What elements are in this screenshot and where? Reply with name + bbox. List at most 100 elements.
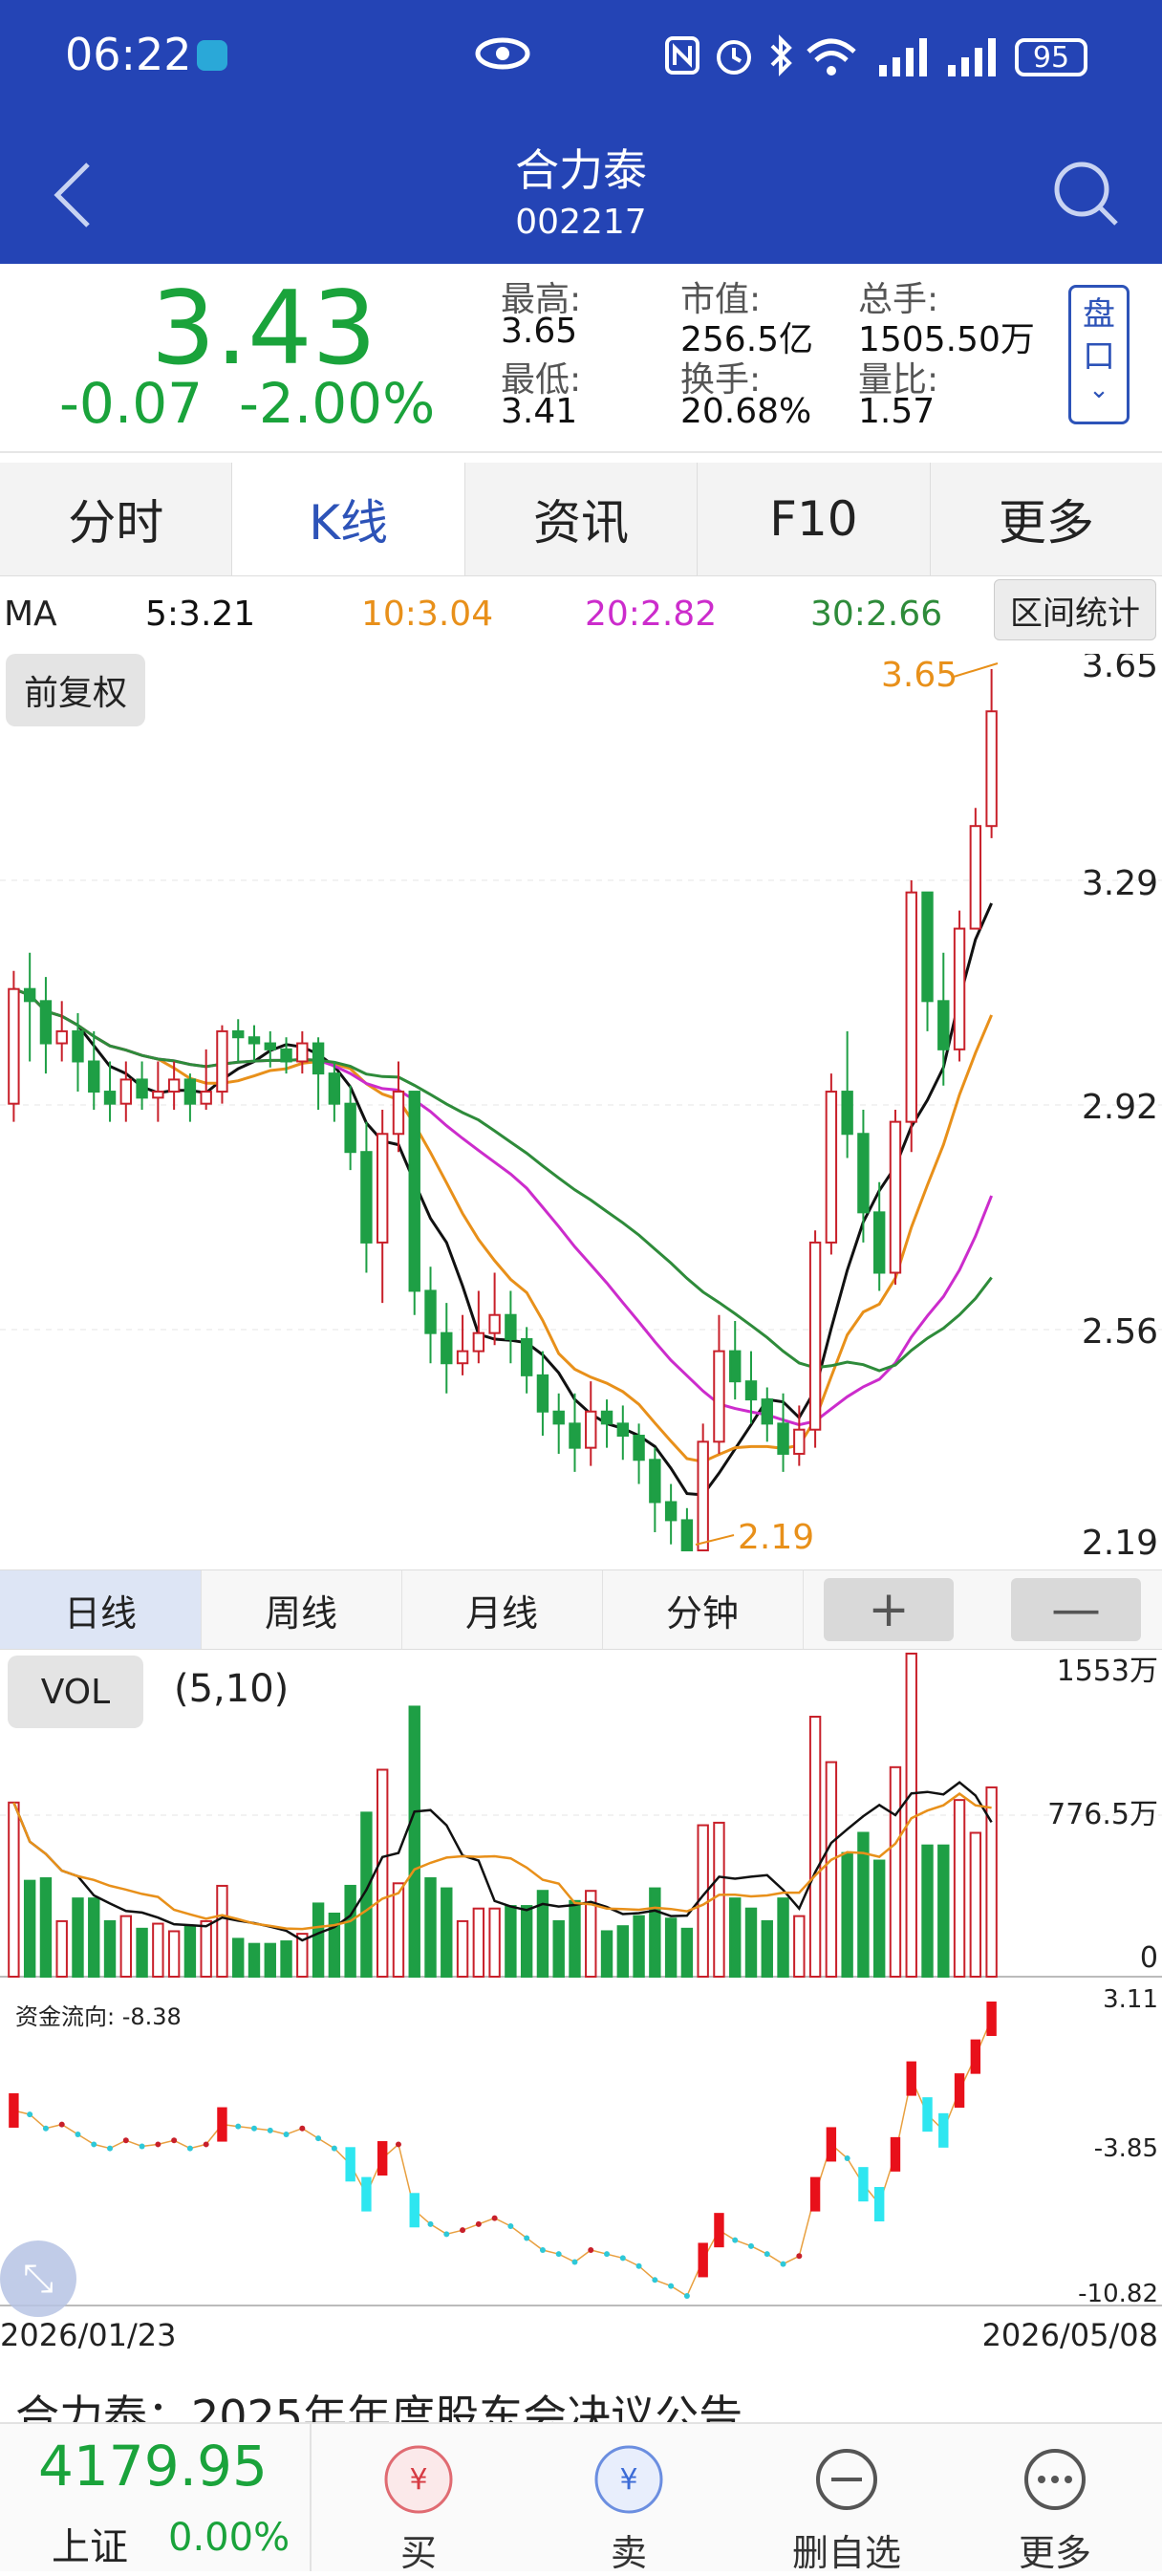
candle-body [264,1042,276,1050]
tab-kline[interactable]: K线 [232,463,465,575]
tab-bar: 分时 K线 资讯 F10 更多 [0,463,1162,576]
flow-dot [251,2125,257,2132]
volume-bar [761,1919,773,1978]
high-annotation: 3.65 [881,656,958,695]
remove-watchlist-label[interactable]: 删自选 [789,2523,904,2576]
volume-bar [777,1897,789,1978]
fullscreen-icon[interactable]: ⤡ [0,2240,76,2317]
vol-indicator-button[interactable]: VOL [8,1656,143,1728]
volume-bar [183,1925,197,1978]
flow-dot [235,2123,242,2130]
candle-body [777,1422,789,1455]
candle-body [424,1289,437,1334]
alarm-icon [717,40,751,75]
svg-text:¥: ¥ [619,2463,637,2497]
index-value[interactable]: 4179.95 [38,2434,268,2499]
period-monthly[interactable]: 月线 [401,1570,603,1649]
candle-body [167,1078,181,1093]
flow-dot [91,2141,97,2148]
volume-bar [552,1919,565,1978]
candle-body [600,1410,613,1425]
period-daily[interactable]: 日线 [0,1570,202,1649]
vol-axis-label: 776.5万 [1047,1798,1158,1831]
buy-label[interactable]: 买 [361,2523,476,2576]
volume-bar [392,1882,405,1978]
candle-body [985,710,998,828]
candle-body [408,1091,420,1292]
more-label[interactable]: 更多 [998,2523,1112,2576]
candle-body [857,1133,870,1214]
tab-timeshare[interactable]: 分时 [0,463,233,575]
zoom-in-button[interactable]: + [824,1578,954,1641]
tab-news[interactable]: 资讯 [465,463,699,575]
candle-body [456,1350,469,1365]
flow-dot [443,2231,450,2238]
zoom-out-button[interactable]: — [1011,1578,1141,1641]
flow-dot [331,2145,337,2152]
flow-bar [922,2097,933,2132]
period-minute[interactable]: 分钟 [602,1570,804,1649]
flow-dot [539,2247,546,2254]
stock-code: 002217 [515,203,647,242]
candle-body [119,1078,133,1105]
candle-body [552,1410,565,1425]
volume-bar [921,1844,934,1978]
sell-cart-icon[interactable]: ¥ [592,2443,665,2516]
stock-name: 合力泰 [515,144,647,196]
flow-dot [732,2237,739,2243]
ma10-value: 10:3.04 [361,595,494,634]
sell-label[interactable]: 卖 [571,2523,686,2576]
ma30-line [12,987,993,1373]
range-stats-button[interactable]: 区间统计 [994,579,1156,640]
candle-body [441,1331,453,1365]
turnover-value: 20.68% [680,392,812,431]
flow-dot [75,2132,81,2138]
low-value: 3.41 [501,392,578,431]
flow-bar [377,2141,388,2176]
flow-dot [460,2227,466,2234]
candle-body [921,891,934,1003]
vol-axis-label: 1553万 [1057,1655,1158,1688]
volume-bar [88,1897,100,1978]
ma5-value: 5:3.21 [145,595,256,634]
candle-body [889,1120,902,1274]
volume-bar [8,1801,20,1978]
volume-bar [456,1919,469,1978]
status-time: 06:22 [65,29,192,80]
tab-more[interactable]: 更多 [931,463,1162,575]
buy-cart-icon[interactable]: ¥ [382,2443,455,2516]
flow-bar [826,2127,837,2162]
index-pct: 0.00% [168,2516,290,2560]
flow-axis-label: -3.85 [1094,2134,1158,2163]
price-axis-label: 2.56 [1082,1312,1158,1352]
ma-lines [12,902,993,1497]
remove-watchlist-icon[interactable] [810,2443,883,2516]
more-icon[interactable] [1019,2443,1091,2516]
flow-dot [395,2141,401,2148]
candle-body [633,1435,645,1461]
kline-chart[interactable]: 3.65 3.29 2.92 2.56 2.19 3.65 2.19 [0,654,1162,1569]
flow-bar [873,2187,885,2222]
flow-dot [555,2251,562,2258]
candle-body [649,1459,661,1504]
period-weekly[interactable]: 周线 [201,1570,402,1649]
period-bar: 日线 周线 月线 分钟 + — [0,1569,1162,1650]
adjust-button[interactable]: 前复权 [6,654,145,726]
search-icon[interactable] [1049,157,1122,229]
flow-dot [315,2135,322,2142]
volume-bars [8,1653,998,1978]
volume-bar [969,1831,982,1978]
volume-bar [488,1907,501,1978]
volume-bar [872,1859,886,1978]
flow-dot [571,2259,578,2265]
volume-bar [328,1912,341,1978]
candle-body [232,1029,245,1039]
tab-f10[interactable]: F10 [698,463,931,575]
volume-bar [55,1919,68,1978]
candle-body [472,1331,485,1353]
volume-bar [600,1930,613,1978]
price-axis-label: 2.19 [1082,1524,1158,1563]
nfc-icon [665,36,699,75]
order-book-button[interactable]: 盘口 ⌄ [1068,285,1130,424]
vol-params: (5,10) [174,1667,290,1711]
